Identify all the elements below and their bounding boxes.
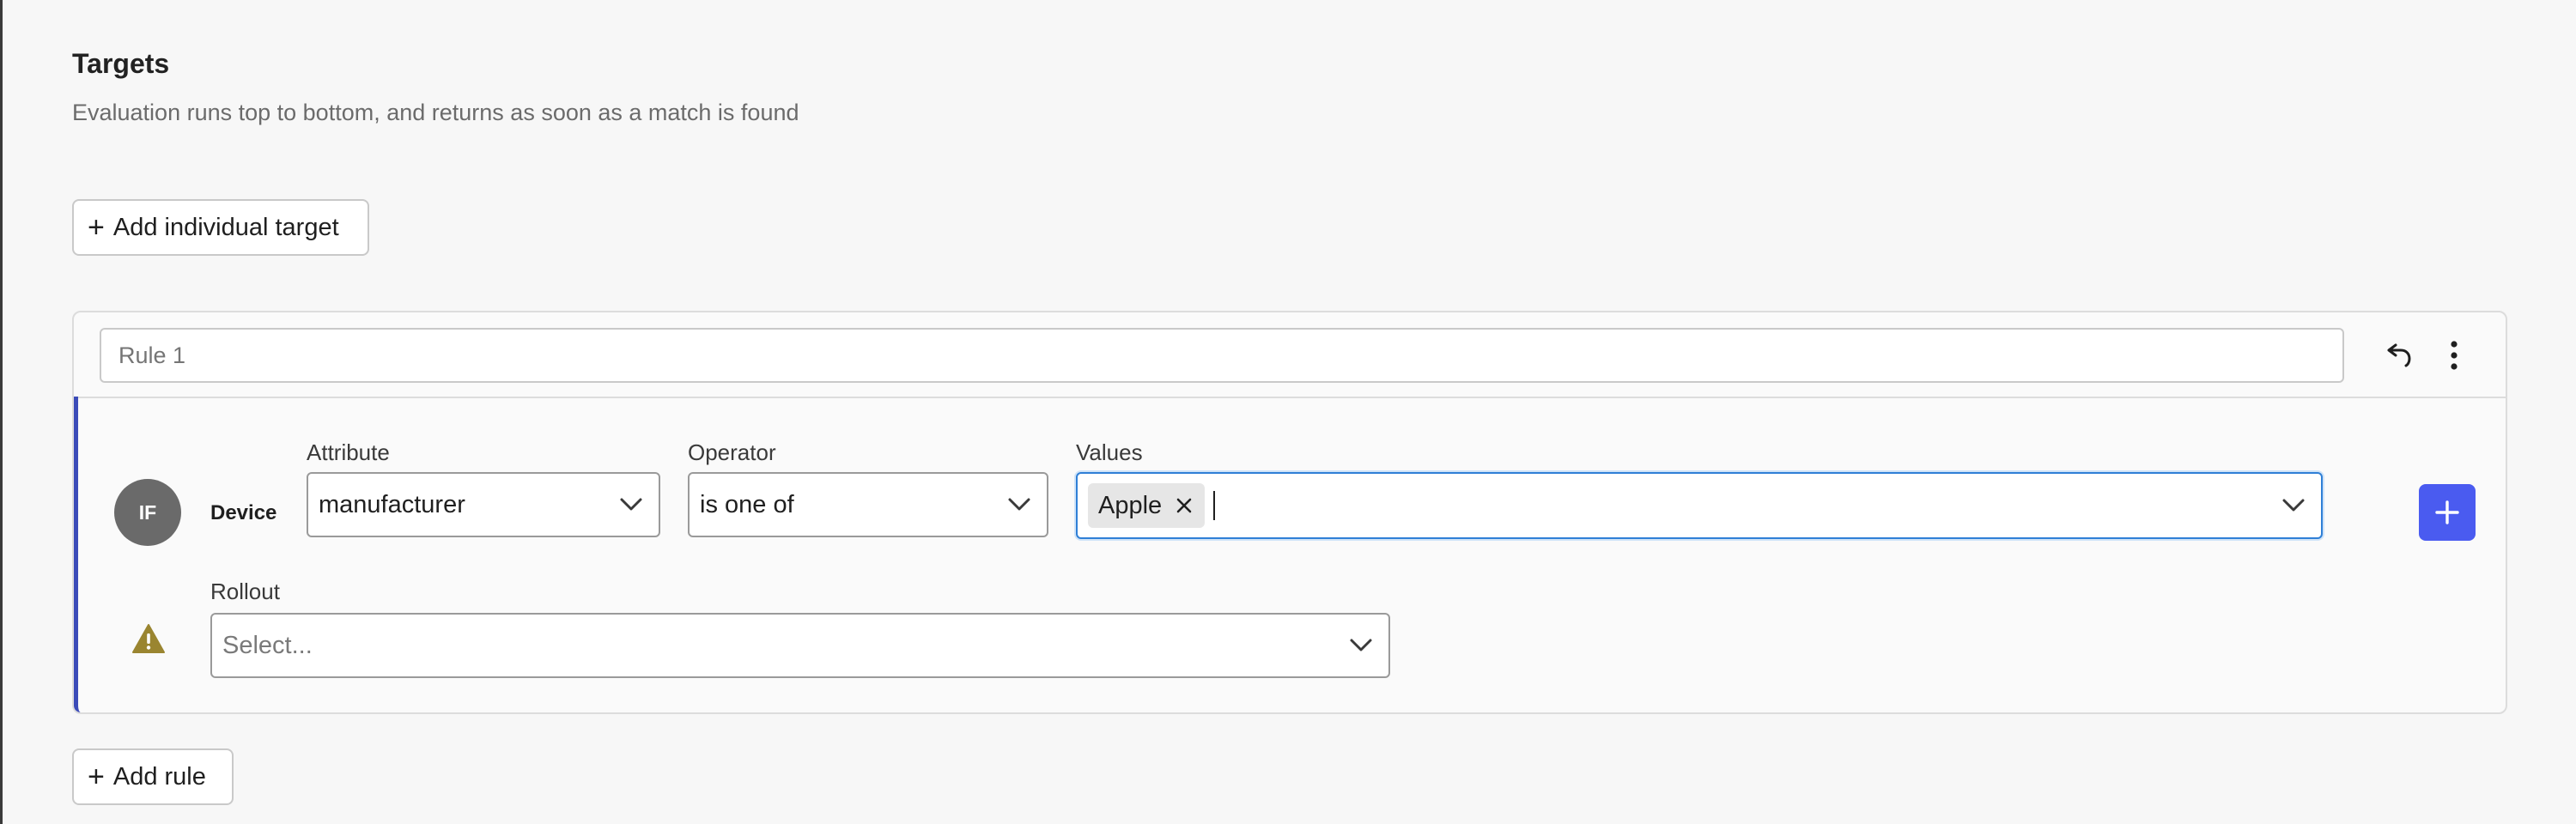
values-label: Values xyxy=(1076,439,1143,465)
undo-icon xyxy=(2387,343,2411,367)
chevron-down-icon xyxy=(2282,499,2305,512)
undo-button[interactable] xyxy=(2380,336,2418,374)
attribute-value: manufacturer xyxy=(319,490,465,518)
rollout-placeholder: Select... xyxy=(222,631,313,659)
if-badge: IF xyxy=(114,479,181,546)
add-rule-button[interactable]: + Add rule xyxy=(72,748,234,805)
operator-value: is one of xyxy=(700,490,794,518)
add-individual-target-button[interactable]: + Add individual target xyxy=(72,199,369,256)
value-chip: Apple xyxy=(1088,483,1206,528)
section-subtitle: Evaluation runs top to bottom, and retur… xyxy=(72,100,799,125)
plus-icon: + xyxy=(88,760,105,793)
rollout-label: Rollout xyxy=(210,579,280,604)
chevron-down-icon xyxy=(1350,639,1372,651)
rule-header xyxy=(74,312,2506,398)
plus-icon xyxy=(2435,500,2459,524)
add-individual-target-label: Add individual target xyxy=(112,213,339,241)
section-title: Targets xyxy=(72,48,170,79)
rule-card: IF Device Attribute manufacturer Operato… xyxy=(72,311,2507,714)
more-options-button[interactable] xyxy=(2435,336,2473,374)
text-cursor xyxy=(1213,491,1216,520)
values-multiselect[interactable]: Apple xyxy=(1076,472,2323,539)
operator-select[interactable]: is one of xyxy=(688,472,1048,537)
add-rule-label: Add rule xyxy=(112,762,206,791)
attribute-select[interactable]: manufacturer xyxy=(307,472,660,537)
rule-body: IF Device Attribute manufacturer Operato… xyxy=(74,397,2506,712)
add-clause-button[interactable] xyxy=(2419,484,2476,541)
plus-icon: + xyxy=(88,211,105,244)
attribute-label: Attribute xyxy=(307,439,390,465)
rollout-select[interactable]: Select... xyxy=(210,613,1390,678)
value-chip-label: Apple xyxy=(1098,491,1163,519)
more-vertical-icon xyxy=(2451,341,2458,370)
window-edge xyxy=(0,0,3,824)
rule-name-input[interactable] xyxy=(100,328,2344,383)
chevron-down-icon xyxy=(1008,498,1030,511)
close-icon[interactable] xyxy=(1176,497,1193,514)
operator-label: Operator xyxy=(688,439,776,465)
warning-icon xyxy=(132,624,165,653)
context-kind-label: Device xyxy=(210,501,277,524)
chevron-down-icon xyxy=(620,498,642,511)
